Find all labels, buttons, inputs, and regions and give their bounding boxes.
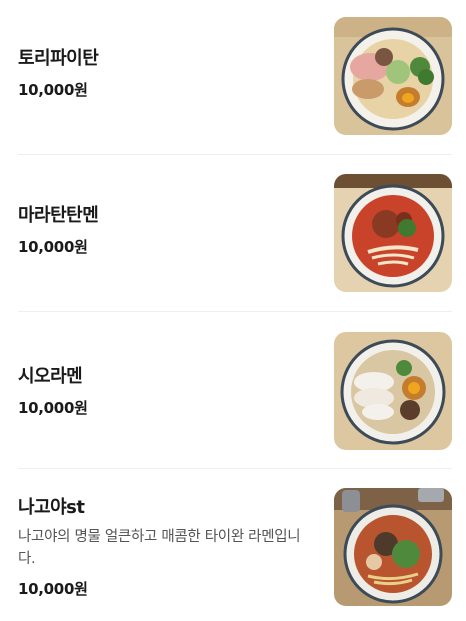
menu-item-name: 시오라멘 xyxy=(18,366,83,387)
ramen-photo-shio-ramen xyxy=(334,332,452,450)
ramen-photo-nagoya-taiwan-ramen xyxy=(334,488,452,606)
menu-item-name: 토리파이탄 xyxy=(18,48,99,69)
menu-item-photo[interactable] xyxy=(334,174,452,292)
menu-item-info: 시오라멘 10,000원 xyxy=(18,365,314,418)
menu-item-description: 나고야의 명물 얼큰하고 매콤한 타이완 라멘입니다. xyxy=(18,529,301,567)
menu-item-tori-paitan[interactable]: 토리파이탄 10,000원 xyxy=(18,0,452,155)
menu-item-name: 마라탄탄멘 xyxy=(18,205,99,226)
menu-item-price: 10,000원 xyxy=(18,81,88,99)
menu-item-name: 나고야st xyxy=(18,497,85,518)
ramen-photo-tori-paitan xyxy=(334,17,452,135)
menu-list: 토리파이탄 10,000원 마라탄탄멘 10,000원 시오라멘 10,000원… xyxy=(0,0,466,621)
menu-item-info: 토리파이탄 10,000원 xyxy=(18,47,314,100)
menu-item-shio-ramen[interactable]: 시오라멘 10,000원 xyxy=(18,312,452,469)
menu-item-nagoya-st[interactable]: 나고야st 나고야의 명물 얼큰하고 매콤한 타이완 라멘입니다. 10,000… xyxy=(18,469,452,621)
menu-item-price: 10,000원 xyxy=(18,580,88,598)
menu-item-info: 나고야st 나고야의 명물 얼큰하고 매콤한 타이완 라멘입니다. 10,000… xyxy=(18,496,314,599)
menu-item-info: 마라탄탄멘 10,000원 xyxy=(18,204,314,257)
menu-item-photo[interactable] xyxy=(334,488,452,606)
menu-item-photo[interactable] xyxy=(334,17,452,135)
ramen-photo-mala-tantanmen xyxy=(334,174,452,292)
menu-item-photo[interactable] xyxy=(334,332,452,450)
menu-item-price: 10,000원 xyxy=(18,399,88,417)
menu-item-mala-tantanmen[interactable]: 마라탄탄멘 10,000원 xyxy=(18,155,452,312)
menu-item-price: 10,000원 xyxy=(18,238,88,256)
